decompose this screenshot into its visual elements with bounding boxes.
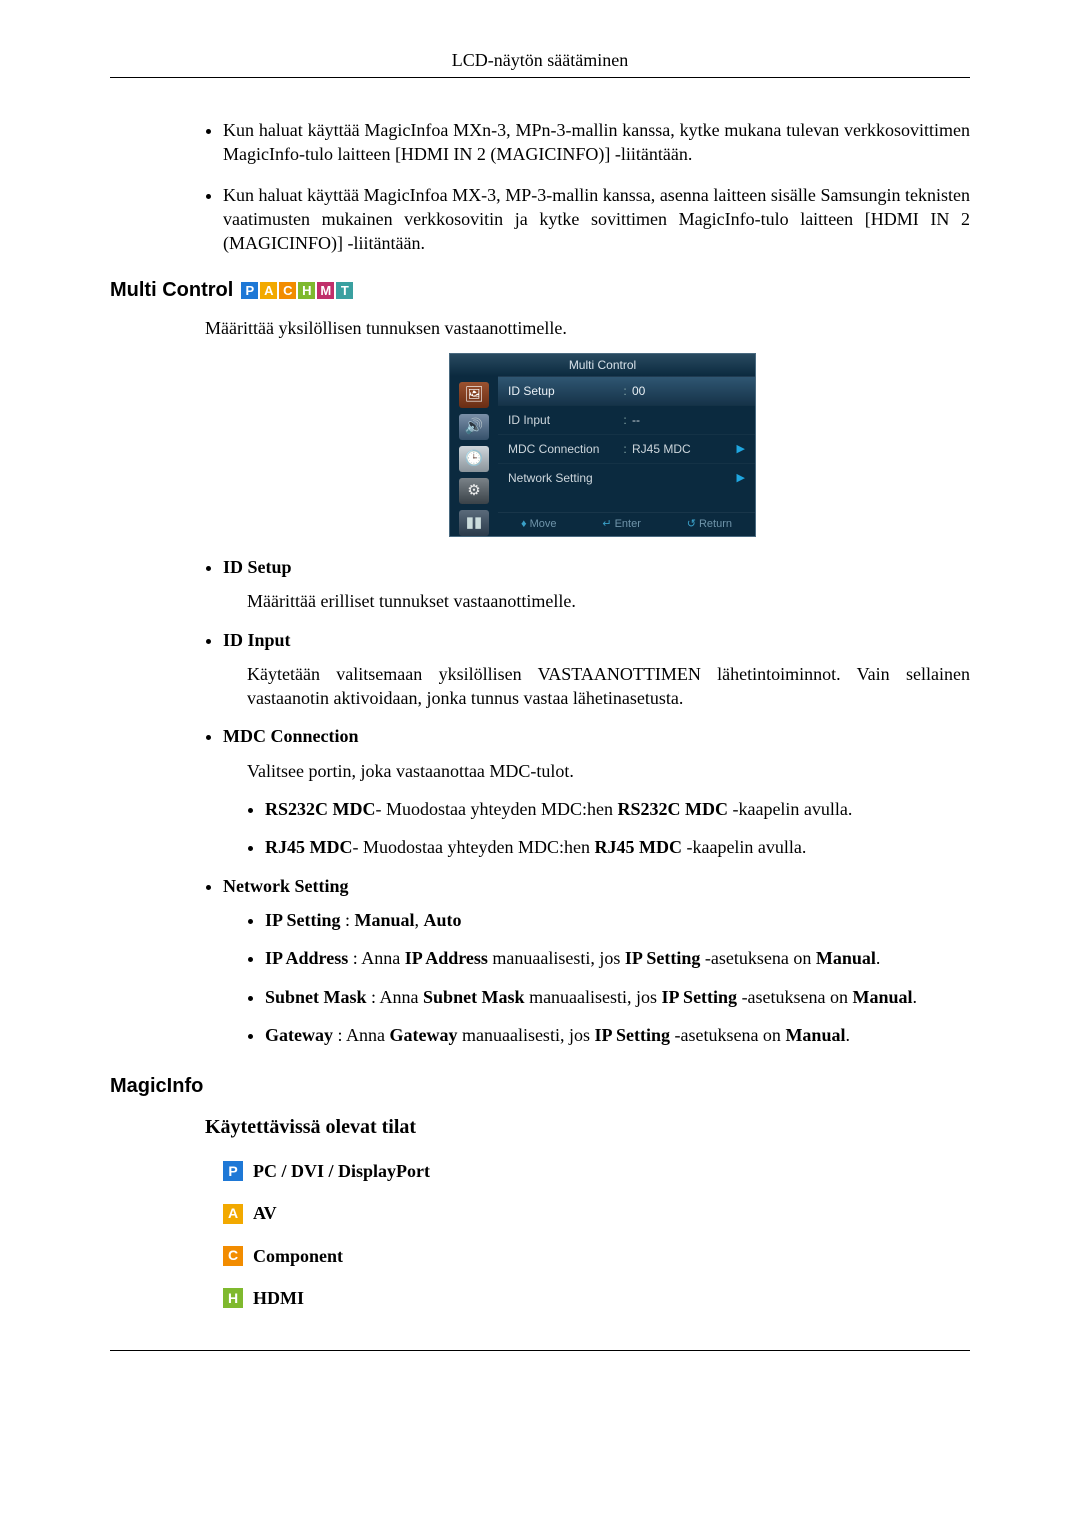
badge-c-icon: C [223, 1246, 243, 1266]
osd-row-colon: : [618, 412, 632, 428]
multi-control-intro: Määrittää yksilöllisen tunnuksen vastaan… [205, 316, 970, 340]
badge-h-icon: H [298, 282, 315, 299]
mode-badge-row: P A C H M T [241, 282, 353, 299]
net-opt-subnet-mask: Subnet Mask : Anna Subnet Mask manuaalis… [265, 985, 970, 1009]
header-rule [110, 77, 970, 78]
magicinfo-heading: MagicInfo [110, 1075, 970, 1098]
item-id-input: ID Input Käytetään valitsemaan yksilölli… [223, 628, 970, 711]
mode-item: H HDMI [223, 1286, 970, 1310]
osd-row-value: 00 [632, 383, 745, 399]
osd-footer-return: ↺Return [687, 517, 732, 532]
osd-row-value: -- [632, 412, 745, 428]
mode-item: P PC / DVI / DisplayPort [223, 1159, 970, 1183]
mdc-options: RS232C MDC- Muodostaa yhteyden MDC:hen R… [223, 797, 970, 860]
mdc-opt-rj45: RJ45 MDC- Muodostaa yhteyden MDC:hen RJ4… [265, 835, 970, 859]
multi-control-items: ID Setup Määrittää erilliset tunnukset v… [205, 555, 970, 1047]
item-mdc-connection: MDC Connection Valitsee portin, joka vas… [223, 724, 970, 859]
net-opt-ip-address: IP Address : Anna IP Address manuaalises… [265, 946, 970, 970]
enter-icon: ↵ [602, 518, 611, 530]
badge-h-icon: H [223, 1288, 243, 1308]
osd-row-mdc-connection: MDC Connection : RJ45 MDC ▶ [498, 434, 755, 463]
osd-title: Multi Control [450, 354, 755, 376]
osd-main: ID Setup : 00 ID Input : -- MDC Connecti… [498, 376, 755, 536]
osd-row-label: MDC Connection [508, 441, 618, 457]
osd-row-id-setup: ID Setup : 00 [498, 376, 755, 405]
multi-control-heading: Multi Control P A C H M T [110, 279, 970, 302]
osd-menu: Multi Control 🖼 🔊 🕒 ⚙ ▮▮ ID Setup : 00 [449, 353, 756, 537]
network-options: IP Setting : Manual, Auto IP Address : A… [223, 908, 970, 1047]
osd-row-value: RJ45 MDC [632, 441, 737, 457]
badge-t-icon: T [336, 282, 353, 299]
net-opt-gateway: Gateway : Anna Gateway manuaalisesti, jo… [265, 1023, 970, 1047]
osd-row-colon: : [618, 441, 632, 457]
chevron-right-icon: ▶ [737, 442, 745, 457]
osd-row-label: Network Setting [508, 470, 618, 486]
badge-p-icon: P [241, 282, 258, 299]
updown-icon: ♦ [521, 518, 527, 530]
item-desc: Määrittää erilliset tunnukset vastaanott… [247, 589, 970, 613]
osd-row-id-input: ID Input : -- [498, 405, 755, 434]
osd-sound-icon: 🔊 [459, 414, 489, 440]
osd-setup-icon: ⚙ [459, 478, 489, 504]
osd-sidebar: 🖼 🔊 🕒 ⚙ ▮▮ [450, 376, 498, 536]
item-desc: Valitsee portin, joka vastaanottaa MDC-t… [247, 759, 970, 783]
mode-label: Component [253, 1244, 343, 1268]
mode-label: PC / DVI / DisplayPort [253, 1159, 430, 1183]
page-header-title: LCD-näytön säätäminen [110, 50, 970, 71]
osd-row-network-setting: Network Setting ▶ [498, 463, 755, 492]
item-title: ID Input [223, 630, 291, 650]
item-title: ID Setup [223, 557, 292, 577]
badge-a-icon: A [260, 282, 277, 299]
item-title: MDC Connection [223, 726, 359, 746]
available-modes-list: P PC / DVI / DisplayPort A AV C Componen… [205, 1159, 970, 1310]
multi-control-heading-text: Multi Control [110, 279, 233, 302]
mode-item: C Component [223, 1244, 970, 1268]
mdc-opt-rs232c: RS232C MDC- Muodostaa yhteyden MDC:hen R… [265, 797, 970, 821]
badge-p-icon: P [223, 1161, 243, 1181]
footer-rule [110, 1350, 970, 1351]
badge-m-icon: M [317, 282, 334, 299]
badge-c-icon: C [279, 282, 296, 299]
intro-bullet: Kun haluat käyttää MagicInfoa MX-3, MP-3… [223, 183, 970, 256]
return-icon: ↺ [687, 518, 696, 530]
osd-row-label: ID Input [508, 412, 618, 428]
osd-clock-icon: 🕒 [459, 446, 489, 472]
item-network-setting: Network Setting IP Setting : Manual, Aut… [223, 874, 970, 1047]
osd-row-colon: : [618, 383, 632, 399]
osd-footer: ♦Move ↵Enter ↺Return [498, 512, 755, 536]
osd-footer-enter: ↵Enter [602, 517, 641, 532]
badge-a-icon: A [223, 1204, 243, 1224]
mode-label: AV [253, 1201, 277, 1225]
intro-bullet-list: Kun haluat käyttää MagicInfoa MXn-3, MPn… [205, 118, 970, 255]
net-opt-ip-setting: IP Setting : Manual, Auto [265, 908, 970, 932]
osd-row-label: ID Setup [508, 383, 618, 399]
available-modes-heading: Käytettävissä olevat tilat [205, 1114, 970, 1141]
osd-multi-icon: ▮▮ [459, 510, 489, 536]
mode-item: A AV [223, 1201, 970, 1225]
item-desc: Käytetään valitsemaan yksilöllisen VASTA… [247, 662, 970, 711]
item-title: Network Setting [223, 876, 348, 896]
intro-bullet: Kun haluat käyttää MagicInfoa MXn-3, MPn… [223, 118, 970, 167]
chevron-right-icon: ▶ [737, 471, 745, 486]
item-id-setup: ID Setup Määrittää erilliset tunnukset v… [223, 555, 970, 614]
osd-picture-icon: 🖼 [459, 382, 489, 408]
osd-footer-move: ♦Move [521, 517, 557, 532]
mode-label: HDMI [253, 1286, 304, 1310]
